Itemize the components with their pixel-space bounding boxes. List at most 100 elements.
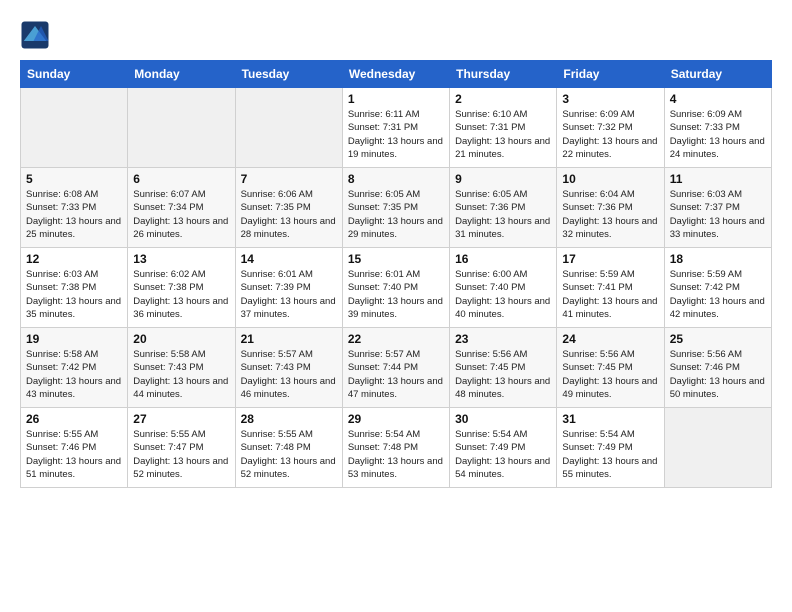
calendar-week-3: 12 Sunrise: 6:03 AM Sunset: 7:38 PM Dayli…: [21, 248, 772, 328]
calendar-week-2: 5 Sunrise: 6:08 AM Sunset: 7:33 PM Daylig…: [21, 168, 772, 248]
calendar-cell: 29 Sunrise: 5:54 AM Sunset: 7:48 PM Dayli…: [342, 408, 449, 488]
day-info: Sunrise: 5:54 AM Sunset: 7:48 PM Dayligh…: [348, 428, 444, 481]
day-number: 1: [348, 92, 444, 106]
day-number: 24: [562, 332, 658, 346]
day-info: Sunrise: 6:11 AM Sunset: 7:31 PM Dayligh…: [348, 108, 444, 161]
day-number: 9: [455, 172, 551, 186]
calendar-cell: 20 Sunrise: 5:58 AM Sunset: 7:43 PM Dayli…: [128, 328, 235, 408]
calendar-cell: [664, 408, 771, 488]
day-info: Sunrise: 5:56 AM Sunset: 7:45 PM Dayligh…: [562, 348, 658, 401]
day-info: Sunrise: 6:02 AM Sunset: 7:38 PM Dayligh…: [133, 268, 229, 321]
calendar-cell: 21Sunrise: 5:57 AM Sunset: 7:43 PM Dayli…: [235, 328, 342, 408]
day-info: Sunrise: 6:09 AM Sunset: 7:33 PM Dayligh…: [670, 108, 766, 161]
day-info: Sunrise: 5:54 AM Sunset: 7:49 PM Dayligh…: [562, 428, 658, 481]
day-info: Sunrise: 5:59 AM Sunset: 7:42 PM Dayligh…: [670, 268, 766, 321]
day-info: Sunrise: 6:06 AM Sunset: 7:35 PM Dayligh…: [241, 188, 337, 241]
calendar-cell: 31 Sunrise: 5:54 AM Sunset: 7:49 PM Dayli…: [557, 408, 664, 488]
calendar-cell: [21, 88, 128, 168]
day-number: 25: [670, 332, 766, 346]
logo: [20, 20, 54, 50]
day-info: Sunrise: 6:04 AM Sunset: 7:36 PM Dayligh…: [562, 188, 658, 241]
day-info: Sunrise: 5:58 AM Sunset: 7:43 PM Dayligh…: [133, 348, 229, 401]
day-info: Sunrise: 5:59 AM Sunset: 7:41 PM Dayligh…: [562, 268, 658, 321]
day-info: Sunrise: 6:01 AM Sunset: 7:40 PM Dayligh…: [348, 268, 444, 321]
day-number: 12: [26, 252, 122, 266]
calendar-cell: 10 Sunrise: 6:04 AM Sunset: 7:36 PM Dayli…: [557, 168, 664, 248]
day-info: Sunrise: 6:00 AM Sunset: 7:40 PM Dayligh…: [455, 268, 551, 321]
day-info: Sunrise: 5:54 AM Sunset: 7:49 PM Dayligh…: [455, 428, 551, 481]
calendar-week-5: 26Sunrise: 5:55 AM Sunset: 7:46 PM Dayli…: [21, 408, 772, 488]
calendar-week-4: 19Sunrise: 5:58 AM Sunset: 7:42 PM Dayli…: [21, 328, 772, 408]
day-number: 22: [348, 332, 444, 346]
calendar-cell: 28 Sunrise: 5:55 AM Sunset: 7:48 PM Dayli…: [235, 408, 342, 488]
weekday-header-wednesday: Wednesday: [342, 61, 449, 88]
weekday-header-row: SundayMondayTuesdayWednesdayThursdayFrid…: [21, 61, 772, 88]
day-info: Sunrise: 6:05 AM Sunset: 7:35 PM Dayligh…: [348, 188, 444, 241]
calendar-cell: 22 Sunrise: 5:57 AM Sunset: 7:44 PM Dayli…: [342, 328, 449, 408]
day-info: Sunrise: 6:08 AM Sunset: 7:33 PM Dayligh…: [26, 188, 122, 241]
calendar-cell: 7 Sunrise: 6:06 AM Sunset: 7:35 PM Daylig…: [235, 168, 342, 248]
day-info: Sunrise: 6:10 AM Sunset: 7:31 PM Dayligh…: [455, 108, 551, 161]
day-info: Sunrise: 5:55 AM Sunset: 7:46 PM Dayligh…: [26, 428, 122, 481]
day-info: Sunrise: 6:03 AM Sunset: 7:38 PM Dayligh…: [26, 268, 122, 321]
day-number: 4: [670, 92, 766, 106]
day-info: Sunrise: 5:58 AM Sunset: 7:42 PM Dayligh…: [26, 348, 122, 401]
day-info: Sunrise: 6:09 AM Sunset: 7:32 PM Dayligh…: [562, 108, 658, 161]
day-number: 27: [133, 412, 229, 426]
weekday-header-thursday: Thursday: [450, 61, 557, 88]
day-info: Sunrise: 5:56 AM Sunset: 7:45 PM Dayligh…: [455, 348, 551, 401]
day-info: Sunrise: 6:03 AM Sunset: 7:37 PM Dayligh…: [670, 188, 766, 241]
calendar-cell: 5 Sunrise: 6:08 AM Sunset: 7:33 PM Daylig…: [21, 168, 128, 248]
day-number: 5: [26, 172, 122, 186]
calendar-cell: 3 Sunrise: 6:09 AM Sunset: 7:32 PM Daylig…: [557, 88, 664, 168]
calendar-cell: 16 Sunrise: 6:00 AM Sunset: 7:40 PM Dayli…: [450, 248, 557, 328]
day-number: 20: [133, 332, 229, 346]
calendar-cell: 26Sunrise: 5:55 AM Sunset: 7:46 PM Dayli…: [21, 408, 128, 488]
day-number: 16: [455, 252, 551, 266]
day-number: 29: [348, 412, 444, 426]
day-number: 17: [562, 252, 658, 266]
calendar-table: SundayMondayTuesdayWednesdayThursdayFrid…: [20, 60, 772, 488]
calendar-cell: 17 Sunrise: 5:59 AM Sunset: 7:41 PM Dayli…: [557, 248, 664, 328]
calendar-cell: 1 Sunrise: 6:11 AM Sunset: 7:31 PM Daylig…: [342, 88, 449, 168]
calendar-cell: 13 Sunrise: 6:02 AM Sunset: 7:38 PM Dayli…: [128, 248, 235, 328]
day-number: 13: [133, 252, 229, 266]
day-number: 10: [562, 172, 658, 186]
day-number: 11: [670, 172, 766, 186]
day-number: 30: [455, 412, 551, 426]
calendar-cell: 25 Sunrise: 5:56 AM Sunset: 7:46 PM Dayli…: [664, 328, 771, 408]
calendar-cell: 4 Sunrise: 6:09 AM Sunset: 7:33 PM Daylig…: [664, 88, 771, 168]
day-number: 2: [455, 92, 551, 106]
day-number: 14: [241, 252, 337, 266]
weekday-header-sunday: Sunday: [21, 61, 128, 88]
calendar-cell: 19Sunrise: 5:58 AM Sunset: 7:42 PM Dayli…: [21, 328, 128, 408]
day-info: Sunrise: 6:05 AM Sunset: 7:36 PM Dayligh…: [455, 188, 551, 241]
day-info: Sunrise: 5:57 AM Sunset: 7:44 PM Dayligh…: [348, 348, 444, 401]
day-number: 6: [133, 172, 229, 186]
calendar-cell: 18 Sunrise: 5:59 AM Sunset: 7:42 PM Dayli…: [664, 248, 771, 328]
day-info: Sunrise: 5:55 AM Sunset: 7:48 PM Dayligh…: [241, 428, 337, 481]
logo-icon: [20, 20, 50, 50]
day-number: 15: [348, 252, 444, 266]
day-number: 8: [348, 172, 444, 186]
weekday-header-monday: Monday: [128, 61, 235, 88]
calendar-cell: 12 Sunrise: 6:03 AM Sunset: 7:38 PM Dayli…: [21, 248, 128, 328]
day-number: 28: [241, 412, 337, 426]
page-header: [20, 20, 772, 50]
day-number: 3: [562, 92, 658, 106]
day-number: 18: [670, 252, 766, 266]
calendar-week-1: 1 Sunrise: 6:11 AM Sunset: 7:31 PM Daylig…: [21, 88, 772, 168]
day-info: Sunrise: 5:57 AM Sunset: 7:43 PM Dayligh…: [241, 348, 337, 401]
calendar-cell: 2 Sunrise: 6:10 AM Sunset: 7:31 PM Daylig…: [450, 88, 557, 168]
calendar-cell: 24 Sunrise: 5:56 AM Sunset: 7:45 PM Dayli…: [557, 328, 664, 408]
day-number: 23: [455, 332, 551, 346]
day-info: Sunrise: 5:56 AM Sunset: 7:46 PM Dayligh…: [670, 348, 766, 401]
weekday-header-tuesday: Tuesday: [235, 61, 342, 88]
day-number: 31: [562, 412, 658, 426]
calendar-cell: 30 Sunrise: 5:54 AM Sunset: 7:49 PM Dayli…: [450, 408, 557, 488]
calendar-cell: 9 Sunrise: 6:05 AM Sunset: 7:36 PM Daylig…: [450, 168, 557, 248]
calendar-cell: 15 Sunrise: 6:01 AM Sunset: 7:40 PM Dayli…: [342, 248, 449, 328]
calendar-cell: [128, 88, 235, 168]
day-number: 7: [241, 172, 337, 186]
calendar-cell: 6Sunrise: 6:07 AM Sunset: 7:34 PM Daylig…: [128, 168, 235, 248]
